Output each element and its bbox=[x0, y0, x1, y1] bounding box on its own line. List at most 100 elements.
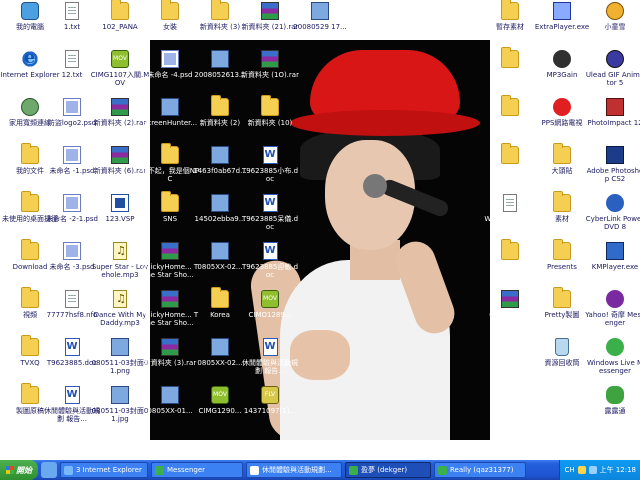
start-button[interactable]: 開始 bbox=[0, 460, 38, 480]
desktop-icon-label: With U 歌詞.txt bbox=[484, 215, 536, 223]
desktop-icon[interactable]: MP3Gain bbox=[532, 48, 592, 96]
desktop-icon-label: Pretty製圖 bbox=[544, 311, 580, 319]
task-word-document[interactable]: 休閒體驗與活動規劃... bbox=[246, 462, 342, 478]
ppstream-icon bbox=[553, 98, 571, 116]
mov-file-icon bbox=[111, 50, 129, 68]
desktop-icon[interactable]: 0511-01.rar bbox=[480, 288, 540, 336]
png-file-icon bbox=[111, 386, 129, 404]
desktop-icon-label: 露露通 bbox=[604, 407, 626, 415]
desktop-icon[interactable]: T9623885迎敏.doc bbox=[240, 240, 300, 288]
desktop-icon-label: PPS網路電視 bbox=[541, 119, 583, 127]
desktop-icon[interactable]: With U 歌詞.txt bbox=[480, 192, 540, 240]
my-documents-icon bbox=[21, 143, 39, 164]
my-computer-icon bbox=[21, 2, 39, 20]
png-file-icon bbox=[211, 242, 229, 260]
desktop-icon[interactable]: Bigbang bbox=[480, 47, 540, 96]
network-icon[interactable] bbox=[588, 466, 597, 474]
desktop-icon[interactable]: Windows Live Messenger bbox=[585, 336, 640, 384]
task-chat-dekger[interactable]: 盈夢 (dekger) bbox=[345, 462, 431, 478]
folder-icon bbox=[553, 191, 571, 212]
desktop-icon[interactable]: Pretty製圖 bbox=[532, 287, 592, 336]
desktop-icon[interactable]: T9623885呆儀.doc bbox=[240, 192, 300, 240]
folder-icon bbox=[161, 143, 179, 164]
desktop-icon[interactable]: PhotoImpact 12 bbox=[585, 96, 640, 144]
rar-archive-icon bbox=[501, 290, 519, 308]
text-file-icon bbox=[65, 50, 79, 68]
ie-icon bbox=[64, 465, 73, 475]
desktop-icon-label: Ulead GIF Animator 5 bbox=[585, 71, 640, 87]
desktop-icon[interactable]: 露露通 bbox=[585, 384, 640, 432]
quick-launch-icon[interactable] bbox=[41, 462, 57, 478]
rar-archive-icon bbox=[161, 338, 179, 356]
rar-archive-icon bbox=[261, 2, 279, 20]
desktop-icon[interactable]: 20080529 17... bbox=[290, 0, 350, 48]
desktop-icon[interactable]: 14371097[1]... bbox=[240, 384, 300, 432]
desktop-icon-label: T9623885迎敏.doc bbox=[241, 263, 299, 279]
desktop-icon[interactable]: 休閒體驗與活動規劃 報告... bbox=[240, 336, 300, 384]
desktop-icon[interactable]: ExtraPlayer.exe bbox=[532, 0, 592, 48]
desktop-icon[interactable]: 新資料夾 (10) bbox=[240, 95, 300, 144]
task-chat-qaz31377[interactable]: Really (qaz31377) bbox=[434, 462, 526, 478]
desktop-icon-label: KMPlayer.exe bbox=[591, 263, 639, 271]
desktop-icon[interactable]: 資源回收筒 bbox=[532, 336, 592, 384]
gif-animator-icon bbox=[606, 50, 624, 68]
kmplayer-icon bbox=[606, 242, 624, 260]
desktop-icon[interactable]: KMPlayer.exe bbox=[585, 240, 640, 288]
task-messenger[interactable]: Messenger bbox=[151, 462, 243, 478]
desktop-icon[interactable]: PPS網路電視 bbox=[532, 96, 592, 144]
recycle-bin-icon bbox=[555, 338, 569, 356]
desktop-icon[interactable]: Ulead GIF Animator 5 bbox=[585, 48, 640, 96]
chat-icon bbox=[438, 465, 447, 475]
desktop-icon[interactable]: 商品 bbox=[480, 143, 540, 192]
yahoo-messenger-icon bbox=[606, 290, 624, 308]
desktop-icon[interactable]: Yahoo! 奇摩 Messenger bbox=[585, 288, 640, 336]
desktop-icon-label: 20080529 17... bbox=[293, 23, 347, 31]
desktop-icon[interactable]: 大頭貼 bbox=[532, 143, 592, 192]
desktop-icon[interactable]: 新資料夾 (1O).rar bbox=[240, 48, 300, 96]
desktop-icon[interactable]: 素材 bbox=[532, 191, 592, 240]
rar-archive-icon bbox=[261, 50, 279, 68]
folder-icon bbox=[501, 0, 519, 20]
ie-icon bbox=[21, 47, 39, 68]
folder-icon bbox=[501, 239, 519, 260]
desktop-icon-label: 14371097[1]... bbox=[243, 407, 297, 415]
desktop-icon-label: 歌詞 bbox=[503, 263, 517, 271]
taskbar: 開始 3 Internet Explorer Messenger 休閒體驗與活動… bbox=[0, 460, 640, 480]
folder-icon bbox=[161, 0, 179, 20]
psd-file-icon bbox=[63, 146, 81, 164]
desktop-icon[interactable]: 歌詞 bbox=[480, 239, 540, 288]
clock[interactable]: 上午 12:18 bbox=[600, 465, 636, 475]
folder-icon bbox=[21, 383, 39, 404]
task-internet-explorer[interactable]: 3 Internet Explorer bbox=[60, 462, 148, 478]
word-doc-icon bbox=[262, 242, 278, 260]
desktop-icon-label: T9623885呆儀.doc bbox=[241, 215, 299, 231]
word-doc-icon bbox=[262, 146, 278, 164]
desktop-icon[interactable]: T9623885小布.doc bbox=[240, 144, 300, 192]
desktop-icon-label: 商品 bbox=[503, 167, 517, 175]
desktop-icon[interactable]: 小童雪 bbox=[585, 0, 640, 48]
volume-icon[interactable] bbox=[577, 466, 586, 474]
desktop-icon-label: 新資料夾 (1O).rar bbox=[241, 71, 299, 79]
folder-icon bbox=[21, 239, 39, 260]
flv-file-icon bbox=[261, 386, 279, 404]
desktop[interactable]: 我的電腦Internet Explorer家用寬頻連線我的文件未使用的桌面捷徑D… bbox=[0, 0, 640, 460]
desktop-icon[interactable]: CIMO1289... bbox=[240, 288, 300, 336]
text-file-icon bbox=[65, 290, 79, 308]
system-tray: CH 上午 12:18 bbox=[559, 460, 640, 480]
desktop-icon[interactable]: CyberLink PowerDVD 8 bbox=[585, 192, 640, 240]
desktop-icon-label: Adobe Photoshop CS2 bbox=[586, 167, 640, 183]
desktop-icon[interactable]: Adobe Photoshop CS2 bbox=[585, 144, 640, 192]
desktop-icon[interactable]: SS501 bbox=[480, 95, 540, 144]
language-indicator[interactable]: CH bbox=[564, 466, 574, 474]
desktop-icon[interactable]: Presents bbox=[532, 239, 592, 288]
desktop-icon-label: MP3Gain bbox=[546, 71, 578, 79]
desktop-icon-label: Yahoo! 奇摩 Messenger bbox=[585, 311, 640, 327]
mov-file-icon bbox=[261, 290, 279, 308]
mp3gain-icon bbox=[553, 50, 571, 68]
desktop-icon-label: 休閒體驗與活動規劃 報告... bbox=[242, 359, 298, 375]
rar-archive-icon bbox=[111, 98, 129, 116]
desktop-icon[interactable]: 暫存素材 bbox=[480, 0, 540, 48]
folder-icon bbox=[21, 191, 39, 212]
png-file-icon bbox=[311, 2, 329, 20]
psd-file-icon bbox=[161, 50, 179, 68]
